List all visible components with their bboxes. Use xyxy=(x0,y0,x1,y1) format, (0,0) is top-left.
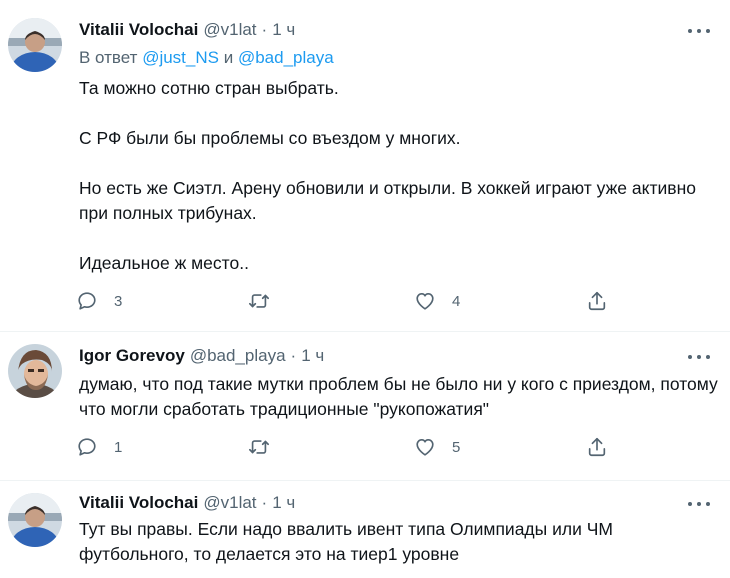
reply-button[interactable]: 1 xyxy=(76,436,122,458)
avatar-vitalii[interactable] xyxy=(8,493,62,547)
tweet-paragraph: Идеальное ж место.. xyxy=(79,253,249,273)
avatar-vitalii[interactable] xyxy=(8,18,62,72)
separator-dot: · xyxy=(261,493,268,512)
tweet-text: Тут вы правы. Если надо ввалить ивент ти… xyxy=(79,517,719,567)
tweet-paragraph: Но есть же Сиэтл. Арену обновили и откры… xyxy=(79,178,696,223)
like-button[interactable]: 4 xyxy=(414,290,460,312)
reply-count: 3 xyxy=(114,292,123,310)
reply-button[interactable]: 3 xyxy=(76,290,122,312)
author-name[interactable]: Vitalii Volochai xyxy=(79,20,198,40)
share-button[interactable] xyxy=(586,436,608,458)
author-handle[interactable]: @v1lat xyxy=(203,493,256,513)
more-options-button[interactable] xyxy=(688,499,710,509)
tweet-2[interactable]: Igor Gorevoy @bad_playa · 1 ч думаю, что… xyxy=(0,332,730,480)
tweet-paragraph: С РФ были бы проблемы со въездом у многи… xyxy=(79,128,461,148)
reply-prefix: В ответ xyxy=(79,48,138,67)
mention-link-bad-playa[interactable]: @bad_playa xyxy=(238,48,334,67)
share-icon xyxy=(588,437,606,457)
retweet-button[interactable] xyxy=(248,290,286,312)
like-count: 4 xyxy=(452,292,461,310)
tweet-header: Vitalii Volochai @v1lat · 1 ч xyxy=(79,20,295,40)
more-options-button[interactable] xyxy=(688,352,710,362)
share-icon xyxy=(588,291,606,311)
tweet-header: Igor Gorevoy @bad_playa · 1 ч xyxy=(79,346,324,366)
tweet-3[interactable]: Vitalii Volochai @v1lat · 1 ч Тут вы пра… xyxy=(0,481,730,578)
retweet-icon xyxy=(249,294,269,308)
author-handle[interactable]: @v1lat xyxy=(203,20,256,40)
reply-count: 1 xyxy=(114,438,123,456)
author-name[interactable]: Vitalii Volochai xyxy=(79,493,198,513)
tweet-actions: 1 5 xyxy=(76,436,636,462)
reply-joiner: и xyxy=(223,48,234,67)
more-icon xyxy=(688,29,692,33)
tweet-paragraph: думаю, что под такие мутки проблем бы не… xyxy=(79,374,718,419)
like-count: 5 xyxy=(452,438,461,456)
mention-link-just-ns[interactable]: @just_NS xyxy=(142,48,219,67)
heart-icon xyxy=(416,293,434,310)
tweet-text: Та можно сотню стран выбрать. С РФ были … xyxy=(79,76,719,276)
separator-dot: · xyxy=(261,20,268,39)
more-icon xyxy=(688,355,692,359)
timestamp[interactable]: 1 ч xyxy=(272,20,295,40)
timestamp[interactable]: 1 ч xyxy=(301,346,324,366)
reply-icon xyxy=(78,438,96,456)
author-handle[interactable]: @bad_playa xyxy=(190,346,286,366)
tweet-text: думаю, что под такие мутки проблем бы не… xyxy=(79,372,719,422)
separator-dot: · xyxy=(290,346,297,365)
like-button[interactable]: 5 xyxy=(414,436,460,458)
more-options-button[interactable] xyxy=(688,26,710,36)
reply-context: В ответ @just_NS и @bad_playa xyxy=(79,48,334,68)
avatar-igor[interactable] xyxy=(8,344,62,398)
tweet-paragraph: Тут вы правы. Если надо ввалить ивент ти… xyxy=(79,519,613,564)
share-button[interactable] xyxy=(586,290,608,312)
retweet-button[interactable] xyxy=(248,436,286,458)
tweet-1[interactable]: Vitalii Volochai @v1lat · 1 ч В ответ @j… xyxy=(0,0,730,331)
heart-icon xyxy=(416,439,434,456)
timestamp[interactable]: 1 ч xyxy=(272,493,295,513)
tweet-paragraph: Та можно сотню стран выбрать. xyxy=(79,78,339,98)
reply-icon xyxy=(78,292,96,310)
retweet-icon xyxy=(249,440,269,454)
author-name[interactable]: Igor Gorevoy xyxy=(79,346,185,366)
tweet-header: Vitalii Volochai @v1lat · 1 ч xyxy=(79,493,295,513)
tweet-actions: 3 4 xyxy=(76,290,636,316)
more-icon xyxy=(688,502,692,506)
